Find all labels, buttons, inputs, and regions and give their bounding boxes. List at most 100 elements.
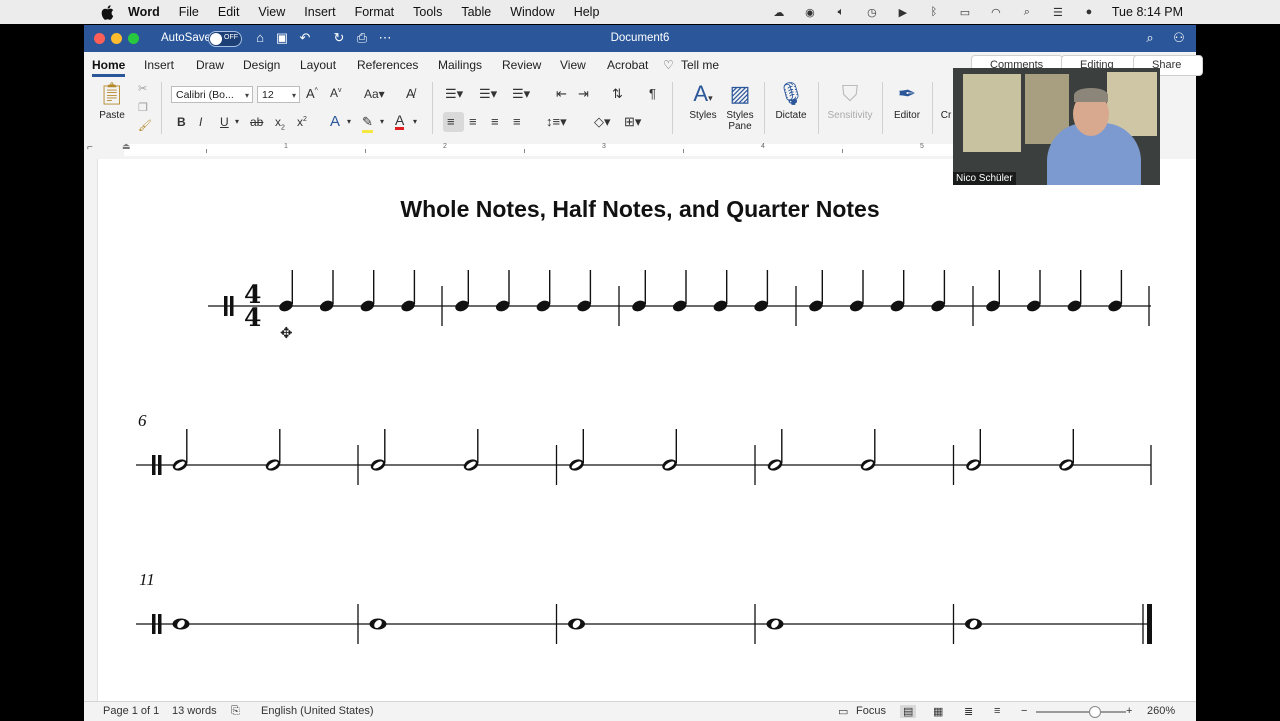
page-count[interactable]: Page 1 of 1 — [103, 705, 159, 717]
share-people-icon[interactable]: ⚇ — [1171, 30, 1187, 46]
create-pdf-button[interactable]: Cr — [939, 110, 953, 121]
subscript-icon[interactable]: x2 — [275, 115, 285, 131]
proofing-icon[interactable]: ⎘ — [231, 705, 240, 718]
tab-insert[interactable]: Insert — [144, 58, 174, 72]
word-count[interactable]: 13 words — [172, 705, 217, 717]
menu-window[interactable]: Window — [510, 5, 554, 19]
text-effects-icon[interactable]: A — [330, 113, 340, 130]
align-right-icon[interactable]: ≡ — [491, 114, 499, 129]
chevron-down-icon[interactable]: ▾ — [413, 117, 417, 126]
bluetooth-icon[interactable]: ᛒ — [926, 6, 942, 18]
clear-formatting-icon[interactable]: A̸ — [406, 86, 415, 101]
battery-icon[interactable]: ▭ — [957, 6, 973, 19]
menu-edit[interactable]: Edit — [218, 5, 240, 19]
siri-icon[interactable]: ● — [1081, 6, 1097, 18]
multilevel-list-icon[interactable]: ☰▾ — [512, 86, 530, 102]
grow-font-icon[interactable]: A^ — [306, 86, 318, 101]
creative-cloud-icon[interactable]: ☁ — [771, 6, 787, 19]
wifi-icon[interactable]: ◠ — [988, 6, 1004, 19]
font-name-box[interactable]: Calibri (Bo... ▾ — [171, 86, 253, 103]
video-overlay[interactable]: Nico Schüler — [953, 68, 1160, 185]
tab-selector-icon[interactable]: ⌐ — [87, 142, 93, 153]
sort-icon[interactable]: ⇅ — [612, 86, 623, 102]
change-case-icon[interactable]: Aa▾ — [364, 87, 385, 101]
sync-icon[interactable]: ◉ — [802, 6, 818, 19]
tab-layout[interactable]: Layout — [300, 58, 336, 72]
show-formatting-icon[interactable]: ¶ — [649, 86, 656, 101]
focus-icon[interactable]: ▭ — [838, 705, 848, 718]
search-icon[interactable]: ⌕ — [1019, 6, 1035, 18]
zoom-slider-track[interactable] — [1036, 711, 1126, 713]
italic-icon[interactable]: I — [199, 115, 202, 129]
tab-acrobat[interactable]: Acrobat — [607, 58, 648, 72]
menu-file[interactable]: File — [179, 5, 199, 19]
tab-draw[interactable]: Draw — [196, 58, 224, 72]
zoom-level[interactable]: 260% — [1147, 705, 1175, 717]
zoom-in-icon[interactable]: + — [1126, 705, 1132, 717]
rhythm-score[interactable]: 44✥ — [84, 159, 1196, 701]
shading-icon[interactable]: ◇▾ — [594, 114, 611, 130]
percussion-clef — [158, 455, 162, 475]
menu-tools[interactable]: Tools — [413, 5, 442, 19]
tab-home[interactable]: Home — [92, 58, 125, 72]
tab-references[interactable]: References — [357, 58, 418, 72]
indent-marker-icon[interactable]: ⏏ — [122, 141, 131, 152]
styles-button[interactable]: A▾ Styles — [684, 78, 722, 121]
tab-mailings[interactable]: Mailings — [438, 58, 482, 72]
apple-menu-icon[interactable] — [98, 3, 116, 21]
time-machine-icon[interactable]: ◷ — [864, 6, 880, 19]
menu-view[interactable]: View — [258, 5, 285, 19]
document-canvas[interactable]: Whole Notes, Half Notes, and Quarter Not… — [84, 159, 1196, 701]
align-left-icon[interactable]: ≡ — [447, 114, 455, 129]
cut-icon[interactable]: ✂ — [138, 82, 147, 95]
zoom-out-icon[interactable]: − — [1021, 705, 1027, 717]
chevron-down-icon[interactable]: ▾ — [347, 117, 351, 126]
search-icon[interactable]: ⌕ — [1142, 30, 1158, 46]
menu-insert[interactable]: Insert — [304, 5, 335, 19]
highlight-icon[interactable]: ✎ — [362, 114, 373, 133]
underline-icon[interactable]: U — [220, 115, 229, 129]
menu-word[interactable]: Word — [128, 5, 160, 19]
control-center-icon[interactable]: ☰ — [1050, 6, 1066, 19]
menu-format[interactable]: Format — [355, 5, 395, 19]
justify-icon[interactable]: ≡ — [513, 114, 521, 129]
bold-icon[interactable]: B — [177, 115, 186, 129]
bullets-icon[interactable]: ☰▾ — [445, 86, 463, 102]
focus-button[interactable]: Focus — [856, 705, 886, 717]
draft-icon[interactable]: ≡ — [994, 705, 1000, 717]
borders-icon[interactable]: ⊞▾ — [624, 114, 641, 130]
decrease-indent-icon[interactable]: ⇤ — [556, 86, 567, 102]
numbering-icon[interactable]: ☰▾ — [479, 86, 497, 102]
language-status[interactable]: English (United States) — [261, 705, 374, 717]
dictate-button[interactable]: 🎙︎ Dictate — [772, 78, 810, 121]
tell-me-search[interactable]: Tell me — [681, 58, 719, 72]
line-spacing-icon[interactable]: ↕≡▾ — [546, 114, 567, 130]
increase-indent-icon[interactable]: ⇥ — [578, 86, 589, 102]
strikethrough-icon[interactable]: ab — [250, 115, 263, 129]
volume-icon[interactable]: 🔈︎ — [833, 6, 849, 18]
menubar-clock[interactable]: Tue 8:14 PM — [1112, 5, 1183, 19]
chevron-down-icon[interactable]: ▾ — [235, 117, 239, 126]
align-center-icon[interactable]: ≡ — [469, 114, 477, 129]
copy-icon[interactable]: ❐ — [138, 101, 148, 114]
shrink-font-icon[interactable]: Av — [330, 86, 342, 100]
web-layout-icon[interactable]: ▦ — [933, 705, 943, 718]
print-layout-icon[interactable]: ▤ — [900, 705, 917, 718]
superscript-icon[interactable]: x2 — [297, 115, 307, 129]
zoom-slider-thumb[interactable] — [1089, 706, 1101, 718]
styles-pane-button[interactable]: ▨ Styles Pane — [724, 78, 756, 132]
font-size-box[interactable]: 12 ▾ — [257, 86, 300, 103]
outline-icon[interactable]: ≣ — [964, 705, 973, 718]
editor-button[interactable]: ✒ Editor — [890, 78, 924, 121]
font-color-icon[interactable]: A — [395, 113, 405, 130]
paste-button[interactable]: 📋︎ Paste — [96, 78, 128, 121]
play-icon[interactable]: ▶ — [895, 6, 911, 19]
sensitivity-button[interactable]: ⛉ Sensitivity — [826, 78, 874, 121]
menu-table[interactable]: Table — [461, 5, 491, 19]
menu-help[interactable]: Help — [574, 5, 600, 19]
tab-design[interactable]: Design — [243, 58, 280, 72]
chevron-down-icon[interactable]: ▾ — [380, 117, 384, 126]
tab-view[interactable]: View — [560, 58, 586, 72]
format-painter-icon[interactable]: 🖌︎ — [138, 119, 152, 132]
tab-review[interactable]: Review — [502, 58, 541, 72]
